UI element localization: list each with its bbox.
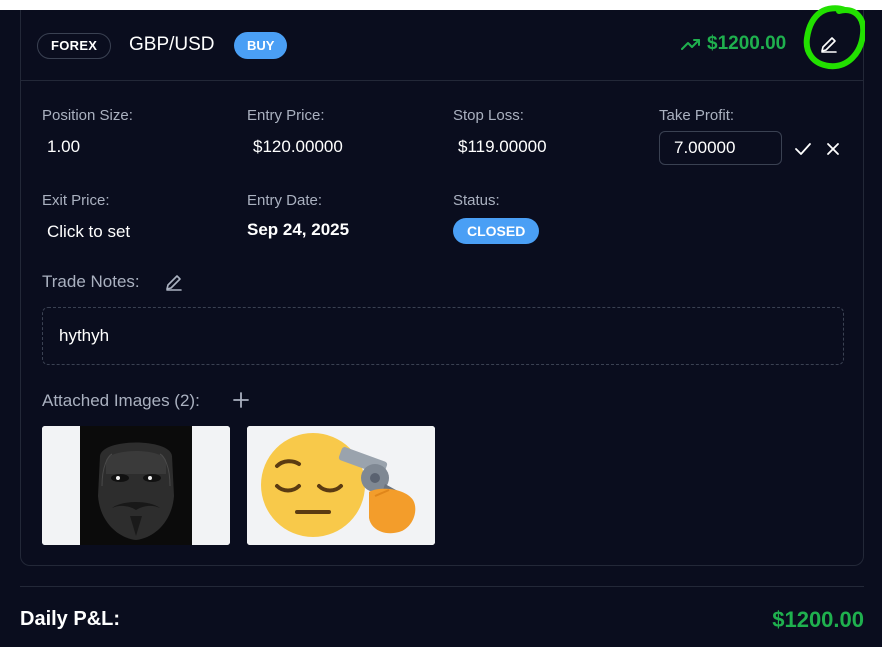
- status-label: Status:: [453, 192, 500, 209]
- trade-pnl-value: $1200.00: [707, 33, 787, 54]
- edit-trade-button[interactable]: [797, 5, 865, 80]
- plus-icon[interactable]: [232, 391, 250, 409]
- trade-notes-label: Trade Notes:: [42, 272, 140, 291]
- market-badge: FOREX: [37, 33, 112, 59]
- trade-symbol: GBP/USD: [129, 34, 215, 55]
- trade-card-header: FOREX GBP/USD BUY $1200.00: [21, 5, 865, 81]
- entry-date-label: Entry Date:: [247, 192, 323, 209]
- trade-notes-box[interactable]: hythyh: [42, 307, 844, 365]
- stop-loss-value[interactable]: $119.00000: [458, 137, 547, 157]
- exit-price-label: Exit Price:: [42, 192, 110, 209]
- take-profit-input[interactable]: 7.00000: [659, 131, 782, 165]
- exit-price-value[interactable]: Click to set: [47, 222, 130, 242]
- pencil-icon[interactable]: [164, 272, 184, 292]
- pencil-icon: [821, 37, 837, 53]
- section-divider: [20, 586, 864, 587]
- trade-card: FOREX GBP/USD BUY $1200.00 Position Size…: [20, 5, 865, 566]
- entry-price-value[interactable]: $120.00000: [253, 137, 343, 157]
- pensive-face-with-revolver-emoji: [247, 426, 435, 545]
- check-icon[interactable]: [794, 140, 812, 158]
- entry-date-value: Sep 24, 2025: [247, 220, 350, 239]
- masked-face-image: [42, 426, 230, 545]
- side-badge: BUY: [234, 32, 288, 59]
- attached-images-label: Attached Images (2):: [42, 391, 200, 410]
- close-icon[interactable]: [825, 141, 841, 157]
- position-size-label: Position Size:: [42, 107, 133, 124]
- trending-up-icon: [681, 39, 700, 50]
- attached-image-thumbnail[interactable]: [247, 426, 435, 545]
- position-size-value[interactable]: 1.00: [47, 137, 80, 157]
- attached-image-thumbnail[interactable]: [42, 426, 230, 545]
- status-badge: CLOSED: [453, 218, 540, 244]
- stop-loss-label: Stop Loss:: [453, 107, 524, 124]
- daily-pnl-value: $1200.00: [772, 607, 864, 632]
- trade-journal-page: FOREX GBP/USD BUY $1200.00 Position Size…: [0, 5, 882, 647]
- trade-pnl: $1200.00: [681, 33, 786, 55]
- take-profit-label: Take Profit:: [659, 107, 735, 124]
- entry-price-label: Entry Price:: [247, 107, 325, 124]
- daily-pnl-label: Daily P&L:: [20, 608, 121, 630]
